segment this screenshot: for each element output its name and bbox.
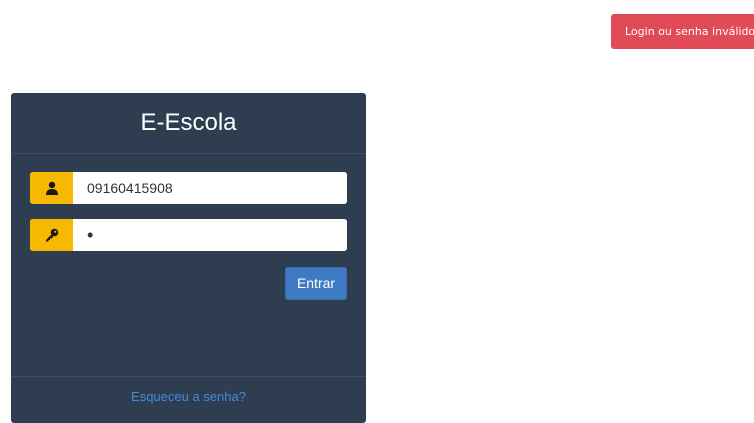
error-toast: Login ou senha inválido [611,14,754,49]
password-field[interactable]: • [73,219,347,251]
error-toast-message: Login ou senha inválido [625,25,754,38]
user-icon [30,172,73,204]
username-input-group: 09160415908 [30,172,347,204]
password-input-group: • [30,219,347,251]
panel-footer-divider [11,376,366,377]
username-field[interactable]: 09160415908 [73,172,347,204]
login-submit-button[interactable]: Entrar [285,267,347,300]
forgot-password-link[interactable]: Esqueceu a senha? [11,389,366,404]
login-panel: E-Escola 09160415908 • Entrar Esqueceu a… [11,93,366,423]
key-icon [30,219,73,251]
panel-divider [11,153,366,154]
login-title: E-Escola [140,109,237,136]
